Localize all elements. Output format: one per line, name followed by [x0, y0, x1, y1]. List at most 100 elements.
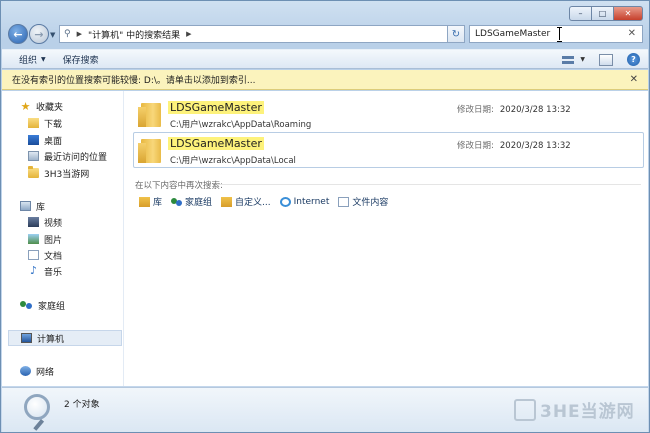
- search-again-label-file-contents: 文件内容: [352, 198, 389, 208]
- forward-button[interactable]: →: [29, 24, 49, 44]
- close-info-bar-icon[interactable]: ✕: [630, 74, 638, 85]
- videos-icon: [28, 217, 39, 227]
- text-cursor-icon: [557, 27, 563, 42]
- breadcrumb-separator-icon[interactable]: ▶: [77, 30, 82, 38]
- search-again-file-contents[interactable]: 文件内容: [338, 195, 388, 208]
- nav-item-label: 网络: [36, 367, 55, 378]
- nav-item-libraries[interactable]: 库: [20, 199, 45, 213]
- network-icon: [20, 366, 31, 376]
- nav-item-recent-places[interactable]: 最近访问的位置: [28, 149, 107, 163]
- details-pane: 2 个对象 3HE当游网: [2, 387, 648, 432]
- nav-item-label: 家庭组: [38, 301, 66, 312]
- search-again-internet[interactable]: Internet: [279, 195, 329, 208]
- nav-item-label: 最近访问的位置: [44, 152, 108, 163]
- organize-menu[interactable]: 组织 ▼: [19, 53, 46, 66]
- watermark-text: 3HE当游网: [540, 402, 635, 422]
- recent-places-icon: [28, 151, 39, 161]
- nav-item-label: 收藏夹: [36, 102, 64, 113]
- documents-icon: [28, 250, 39, 260]
- date-label: 修改日期:: [457, 141, 494, 151]
- item-count: 2 个对象: [64, 400, 100, 410]
- result-name: LDSGameMaster: [168, 101, 264, 114]
- star-icon: ★: [20, 99, 31, 113]
- folder-icon: [28, 166, 39, 178]
- search-again-label-libraries: 库: [153, 198, 163, 208]
- help-icon[interactable]: ?: [627, 53, 640, 66]
- music-note-icon: ♪: [29, 264, 38, 277]
- nav-item-label: 视频: [44, 218, 63, 229]
- back-button[interactable]: ←: [8, 24, 28, 44]
- arrow-right-icon: →: [34, 27, 44, 41]
- chevron-down-icon: ▼: [41, 55, 46, 63]
- result-item[interactable]: LDSGameMaster C:\用户\wzrakc\AppData\Local…: [133, 132, 644, 168]
- nav-item-label: 3H3当游网: [44, 169, 90, 180]
- search-input-value: LDSGameMaster: [475, 29, 551, 39]
- result-path: C:\用户\wzrakc\AppData\Roaming: [170, 120, 312, 130]
- close-button[interactable]: ✕: [613, 6, 643, 21]
- nav-item-label: 库: [36, 202, 46, 213]
- refresh-button[interactable]: ↻: [447, 25, 465, 43]
- nav-item-3h3[interactable]: 3H3当游网: [28, 166, 89, 180]
- document-icon: [338, 196, 350, 207]
- search-again-libraries[interactable]: 库: [139, 195, 162, 208]
- homegroup-icon: [20, 300, 33, 311]
- search-again-options: 库 家庭组 自定义... Internet 文件内容: [139, 195, 388, 208]
- downloads-folder-icon: [28, 118, 39, 128]
- save-search-button[interactable]: 保存搜索: [63, 53, 99, 66]
- date-label: 修改日期:: [457, 105, 494, 115]
- index-info-bar[interactable]: 在没有索引的位置搜索可能较慢: D:\。请单击以添加到索引... ✕: [2, 70, 648, 90]
- search-again-custom[interactable]: 自定义...: [221, 195, 271, 208]
- nav-item-documents[interactable]: 文档: [28, 248, 62, 262]
- nav-item-downloads[interactable]: 下载: [28, 116, 62, 130]
- desktop-icon: [28, 135, 39, 145]
- nav-item-label: 音乐: [44, 267, 63, 278]
- libraries-icon: [20, 201, 31, 211]
- preview-pane-icon[interactable]: [599, 53, 613, 66]
- magnifier-icon: [24, 394, 50, 420]
- nav-item-favorites[interactable]: ★ 收藏夹: [20, 99, 63, 113]
- nav-item-network[interactable]: 网络: [20, 364, 54, 378]
- maximize-button[interactable]: □: [591, 6, 613, 21]
- result-item[interactable]: LDSGameMaster C:\用户\wzrakc\AppData\Roami…: [133, 96, 644, 132]
- nav-item-label: 图片: [44, 235, 63, 246]
- view-options-dropdown-icon[interactable]: ▼: [580, 56, 585, 63]
- minimize-button[interactable]: –: [569, 6, 591, 21]
- save-search-label: 保存搜索: [62, 55, 99, 66]
- folder-icon: [138, 103, 161, 127]
- nav-item-label: 桌面: [44, 136, 63, 147]
- nav-item-label: 文档: [44, 251, 63, 262]
- divider: [217, 184, 641, 185]
- nav-item-pictures[interactable]: 图片: [28, 232, 62, 246]
- breadcrumb-separator-icon[interactable]: ▶: [186, 30, 191, 38]
- nav-item-desktop[interactable]: 桌面: [28, 133, 62, 147]
- computer-icon: [21, 333, 32, 343]
- results-pane: LDSGameMaster C:\用户\wzrakc\AppData\Roami…: [127, 91, 648, 386]
- change-view-icon[interactable]: [562, 54, 576, 66]
- nav-item-computer[interactable]: 计算机: [8, 330, 122, 346]
- pictures-icon: [28, 234, 39, 244]
- navigation-pane: ★ 收藏夹 下载 桌面 最近访问的位置 3H3当游网 库 视频 图片 文档 ♪ …: [2, 91, 124, 386]
- internet-explorer-icon: [279, 196, 291, 207]
- watermark-logo: 3HE当游网: [514, 397, 635, 422]
- breadcrumb-search-results[interactable]: "计算机" 中的搜索结果: [88, 28, 180, 41]
- address-bar[interactable]: ⚲ ▶ "计算机" 中的搜索结果 ▶ ▼: [59, 25, 459, 43]
- search-again-label-custom: 自定义...: [235, 198, 271, 208]
- date-value: 2020/3/28 13:32: [499, 105, 571, 115]
- main-area: ★ 收藏夹 下载 桌面 最近访问的位置 3H3当游网 库 视频 图片 文档 ♪ …: [2, 91, 648, 386]
- organize-label: 组织: [19, 55, 38, 66]
- view-controls: ▼ ?: [562, 53, 640, 66]
- logo-icon: [514, 398, 536, 421]
- nav-item-label: 计算机: [37, 334, 65, 345]
- search-input[interactable]: LDSGameMaster ✕: [469, 25, 643, 43]
- search-again-label: 在以下内容中再次搜索:: [135, 181, 223, 191]
- nav-item-homegroup[interactable]: 家庭组: [20, 298, 65, 312]
- arrow-left-icon: ←: [13, 27, 23, 41]
- homegroup-icon: [171, 197, 183, 207]
- clear-search-icon[interactable]: ✕: [628, 28, 636, 39]
- nav-item-music[interactable]: ♪ 音乐: [28, 264, 62, 278]
- nav-item-videos[interactable]: 视频: [28, 215, 62, 229]
- recent-pages-dropdown[interactable]: ▼: [50, 31, 55, 39]
- search-folder-icon: ⚲: [64, 29, 71, 39]
- window-controls: – □ ✕: [569, 6, 643, 21]
- search-again-homegroup[interactable]: 家庭组: [171, 195, 212, 208]
